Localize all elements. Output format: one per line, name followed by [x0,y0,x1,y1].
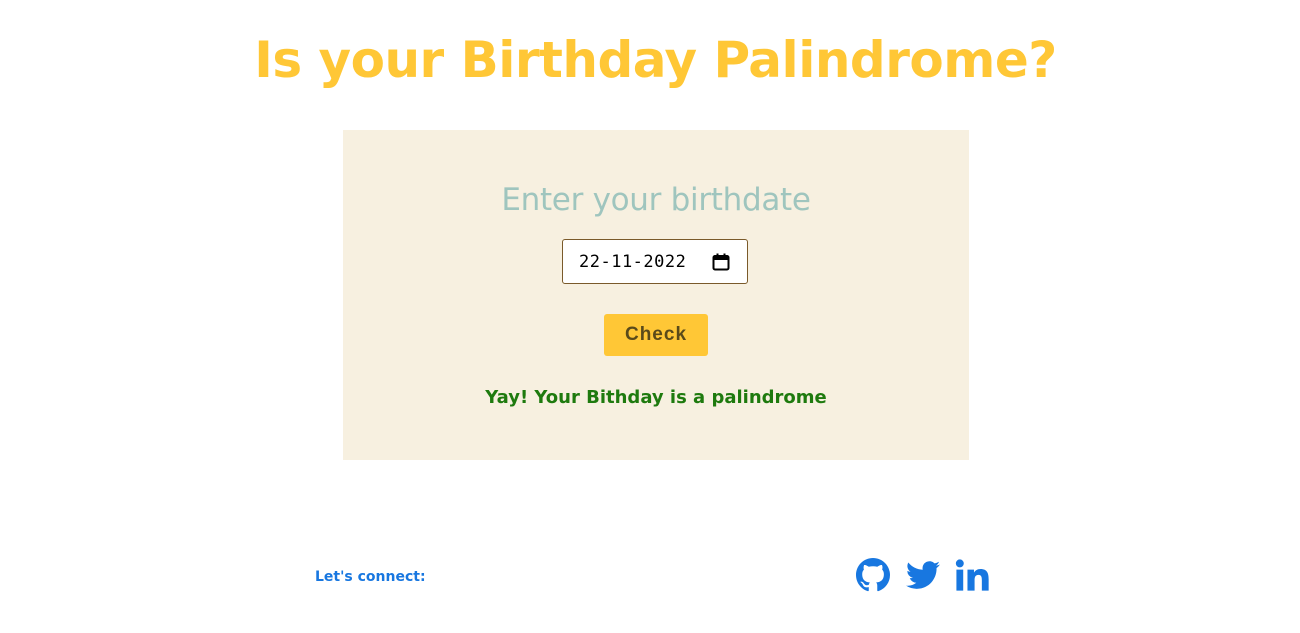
result-message: Yay! Your Bithday is a palindrome [485,387,827,408]
twitter-icon[interactable] [906,558,940,592]
page-title: Is your Birthday Palindrome? [254,31,1057,89]
card-heading: Enter your birthdate [501,182,811,218]
birthdate-value: 22-11-2022 [579,251,687,272]
linkedin-icon[interactable] [955,558,989,592]
calendar-icon[interactable] [712,253,730,271]
github-icon[interactable] [856,558,890,592]
birthdate-input[interactable]: 22-11-2022 [562,239,748,284]
check-button[interactable]: Check [604,314,708,356]
page: Is your Birthday Palindrome? Enter your … [0,0,1300,633]
connect-label: Let's connect: [315,569,426,585]
